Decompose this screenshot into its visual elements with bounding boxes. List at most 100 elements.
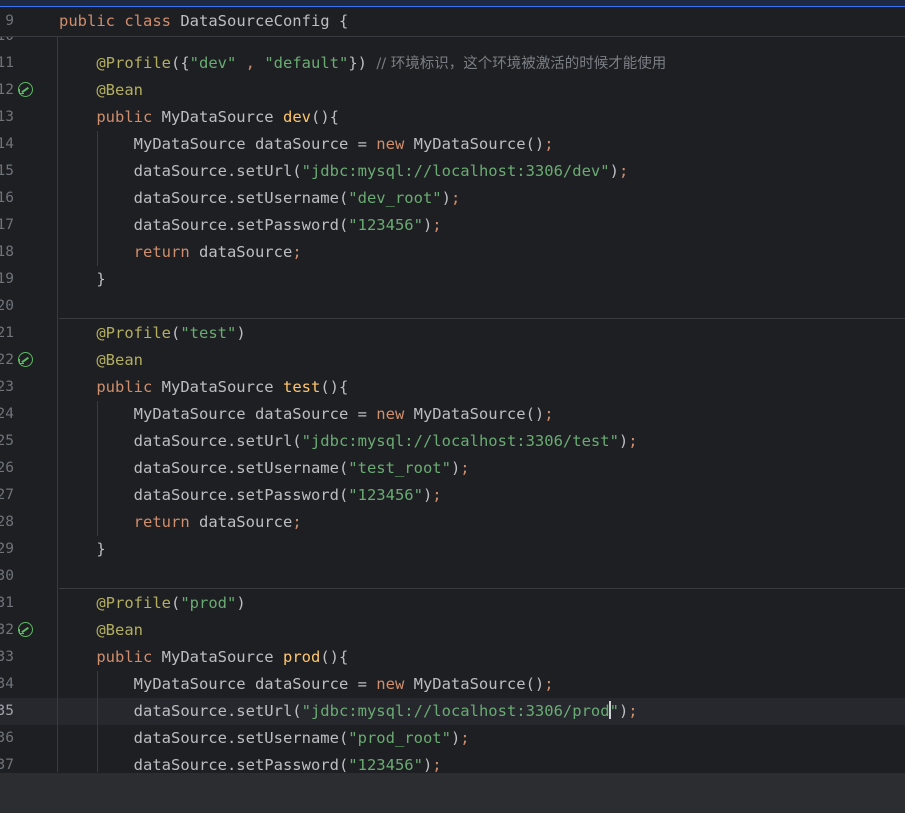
- code-text: public MyDataSource prod(){: [59, 644, 348, 671]
- code-token: MyDataSource(): [413, 405, 545, 423]
- code-line[interactable]: 21 @Profile("test"): [0, 320, 905, 347]
- indent-guide: [57, 36, 58, 772]
- code-line[interactable]: 15 dataSource.setUrl("jdbc:mysql://local…: [0, 158, 905, 185]
- code-token: DataSourceConfig {: [180, 12, 349, 30]
- code-token: ;: [292, 513, 302, 531]
- code-editor[interactable]: 9public class DataSourceConfig { 1011 @P…: [0, 0, 905, 772]
- code-text: dataSource.setUrl("jdbc:mysql://localhos…: [59, 158, 629, 185]
- code-token: @Profile: [59, 594, 171, 612]
- code-token: ): [441, 189, 451, 207]
- code-line[interactable]: 35 dataSource.setUrl("jdbc:mysql://local…: [0, 698, 905, 725]
- bean-navigation-icon[interactable]: [18, 82, 33, 97]
- sticky-code-line[interactable]: 9 public class DataSourceConfig {: [0, 8, 905, 35]
- code-line[interactable]: 32 @Bean: [0, 617, 905, 644]
- code-token: "123456": [348, 486, 423, 504]
- code-line[interactable]: 17 dataSource.setPassword("123456");: [0, 212, 905, 239]
- code-token: MyDataSource(): [413, 675, 545, 693]
- code-token: ;: [544, 405, 554, 423]
- code-token: (){: [320, 648, 349, 666]
- code-token: ;: [628, 432, 638, 450]
- code-token: public: [59, 108, 162, 126]
- code-token: }: [59, 540, 106, 558]
- line-number: 36: [0, 730, 14, 746]
- code-token: "prod": [180, 594, 237, 612]
- code-token: dataSource.setUrl(: [59, 162, 302, 180]
- code-token: (){: [320, 378, 349, 396]
- line-number: 22: [0, 352, 14, 368]
- code-line[interactable]: 30: [0, 563, 905, 590]
- line-number: 13: [0, 109, 14, 125]
- code-line[interactable]: 37 dataSource.setPassword("123456");: [0, 752, 905, 772]
- code-token: "jdbc:mysql://localhost:3306/test": [301, 432, 619, 450]
- code-token: }: [59, 270, 106, 288]
- code-line[interactable]: 11 @Profile({"dev" , "default"}) // 环境标识…: [0, 50, 905, 77]
- code-token: MyDataSource dataSource =: [59, 135, 377, 153]
- code-token: @Bean: [59, 81, 143, 99]
- line-number: 31: [0, 595, 14, 611]
- code-token: ;: [450, 189, 461, 207]
- code-token: ;: [460, 459, 470, 477]
- code-line[interactable]: 14 MyDataSource dataSource = new MyDataS…: [0, 131, 905, 158]
- bean-navigation-icon[interactable]: [18, 352, 33, 367]
- code-token: MyDataSource dataSource =: [59, 675, 377, 693]
- code-line[interactable]: 36 dataSource.setUsername("prod_root");: [0, 725, 905, 752]
- code-line[interactable]: 28 return dataSource;: [0, 509, 905, 536]
- code-line[interactable]: 29 }: [0, 536, 905, 563]
- line-number: 20: [0, 298, 14, 314]
- code-line[interactable]: 22 @Bean: [0, 347, 905, 374]
- code-line[interactable]: 18 return dataSource;: [0, 239, 905, 266]
- code-line[interactable]: 31 @Profile("prod"): [0, 590, 905, 617]
- line-number: 18: [0, 244, 14, 260]
- code-line[interactable]: 24 MyDataSource dataSource = new MyDataS…: [0, 401, 905, 428]
- code-line[interactable]: 25 dataSource.setUrl("jdbc:mysql://local…: [0, 428, 905, 455]
- code-token: new: [376, 675, 414, 693]
- bean-navigation-icon[interactable]: [18, 622, 33, 637]
- code-token: public: [59, 378, 162, 396]
- code-line[interactable]: 23 public MyDataSource test(){: [0, 374, 905, 401]
- code-token: public class: [59, 12, 181, 30]
- code-token: dev: [282, 108, 311, 126]
- code-line[interactable]: 16 dataSource.setUsername("dev_root");: [0, 185, 905, 212]
- code-line[interactable]: 27 dataSource.setPassword("123456");: [0, 482, 905, 509]
- code-token: ;: [432, 756, 442, 772]
- code-token: dataSource.setUrl(: [59, 702, 302, 720]
- editor-top-border: [0, 0, 905, 7]
- code-text: dataSource.setUrl("jdbc:mysql://localhos…: [59, 698, 638, 725]
- code-line[interactable]: 12 @Bean: [0, 77, 905, 104]
- method-separator: [59, 318, 905, 319]
- code-token: "default": [264, 54, 349, 72]
- line-number: 33: [0, 649, 14, 665]
- code-token: "jdbc:mysql://localhost:3306/prod: [301, 702, 610, 720]
- code-text: dataSource.setPassword("123456");: [59, 752, 442, 772]
- code-token: ({: [170, 54, 190, 72]
- code-line[interactable]: 19 }: [0, 266, 905, 293]
- code-line[interactable]: 20: [0, 293, 905, 320]
- code-token: MyDataSource: [161, 108, 283, 126]
- code-token: dataSource: [198, 513, 293, 531]
- code-token: ;: [432, 486, 442, 504]
- code-token: new: [376, 135, 414, 153]
- code-token: // 环境标识，这个环境被激活的时候才能使用: [376, 56, 667, 72]
- code-token: MyDataSource(): [413, 135, 545, 153]
- code-text: dataSource.setUsername("test_root");: [59, 455, 470, 482]
- code-line[interactable]: 13 public MyDataSource dev(){: [0, 104, 905, 131]
- code-token: dataSource.setUsername(: [59, 729, 349, 747]
- code-text: dataSource.setUsername("dev_root");: [59, 185, 461, 212]
- code-text: @Profile("test"): [59, 320, 245, 347]
- code-line[interactable]: 34 MyDataSource dataSource = new MyDataS…: [0, 671, 905, 698]
- line-number: 25: [0, 433, 14, 449]
- code-token: ;: [544, 675, 554, 693]
- line-number: 21: [0, 325, 14, 341]
- code-token: "test": [180, 324, 237, 342]
- code-token: ): [422, 486, 433, 504]
- code-token: @Profile: [59, 324, 171, 342]
- sticky-header-line[interactable]: 9 public class DataSourceConfig {: [0, 8, 905, 37]
- line-number: 9: [5, 13, 14, 29]
- code-token: }): [348, 54, 377, 72]
- code-line[interactable]: 26 dataSource.setUsername("test_root");: [0, 455, 905, 482]
- line-number: 35: [0, 703, 14, 719]
- code-token: ): [422, 216, 433, 234]
- code-token: MyDataSource: [161, 648, 283, 666]
- code-line[interactable]: 33 public MyDataSource prod(){: [0, 644, 905, 671]
- code-token: MyDataSource dataSource =: [59, 405, 377, 423]
